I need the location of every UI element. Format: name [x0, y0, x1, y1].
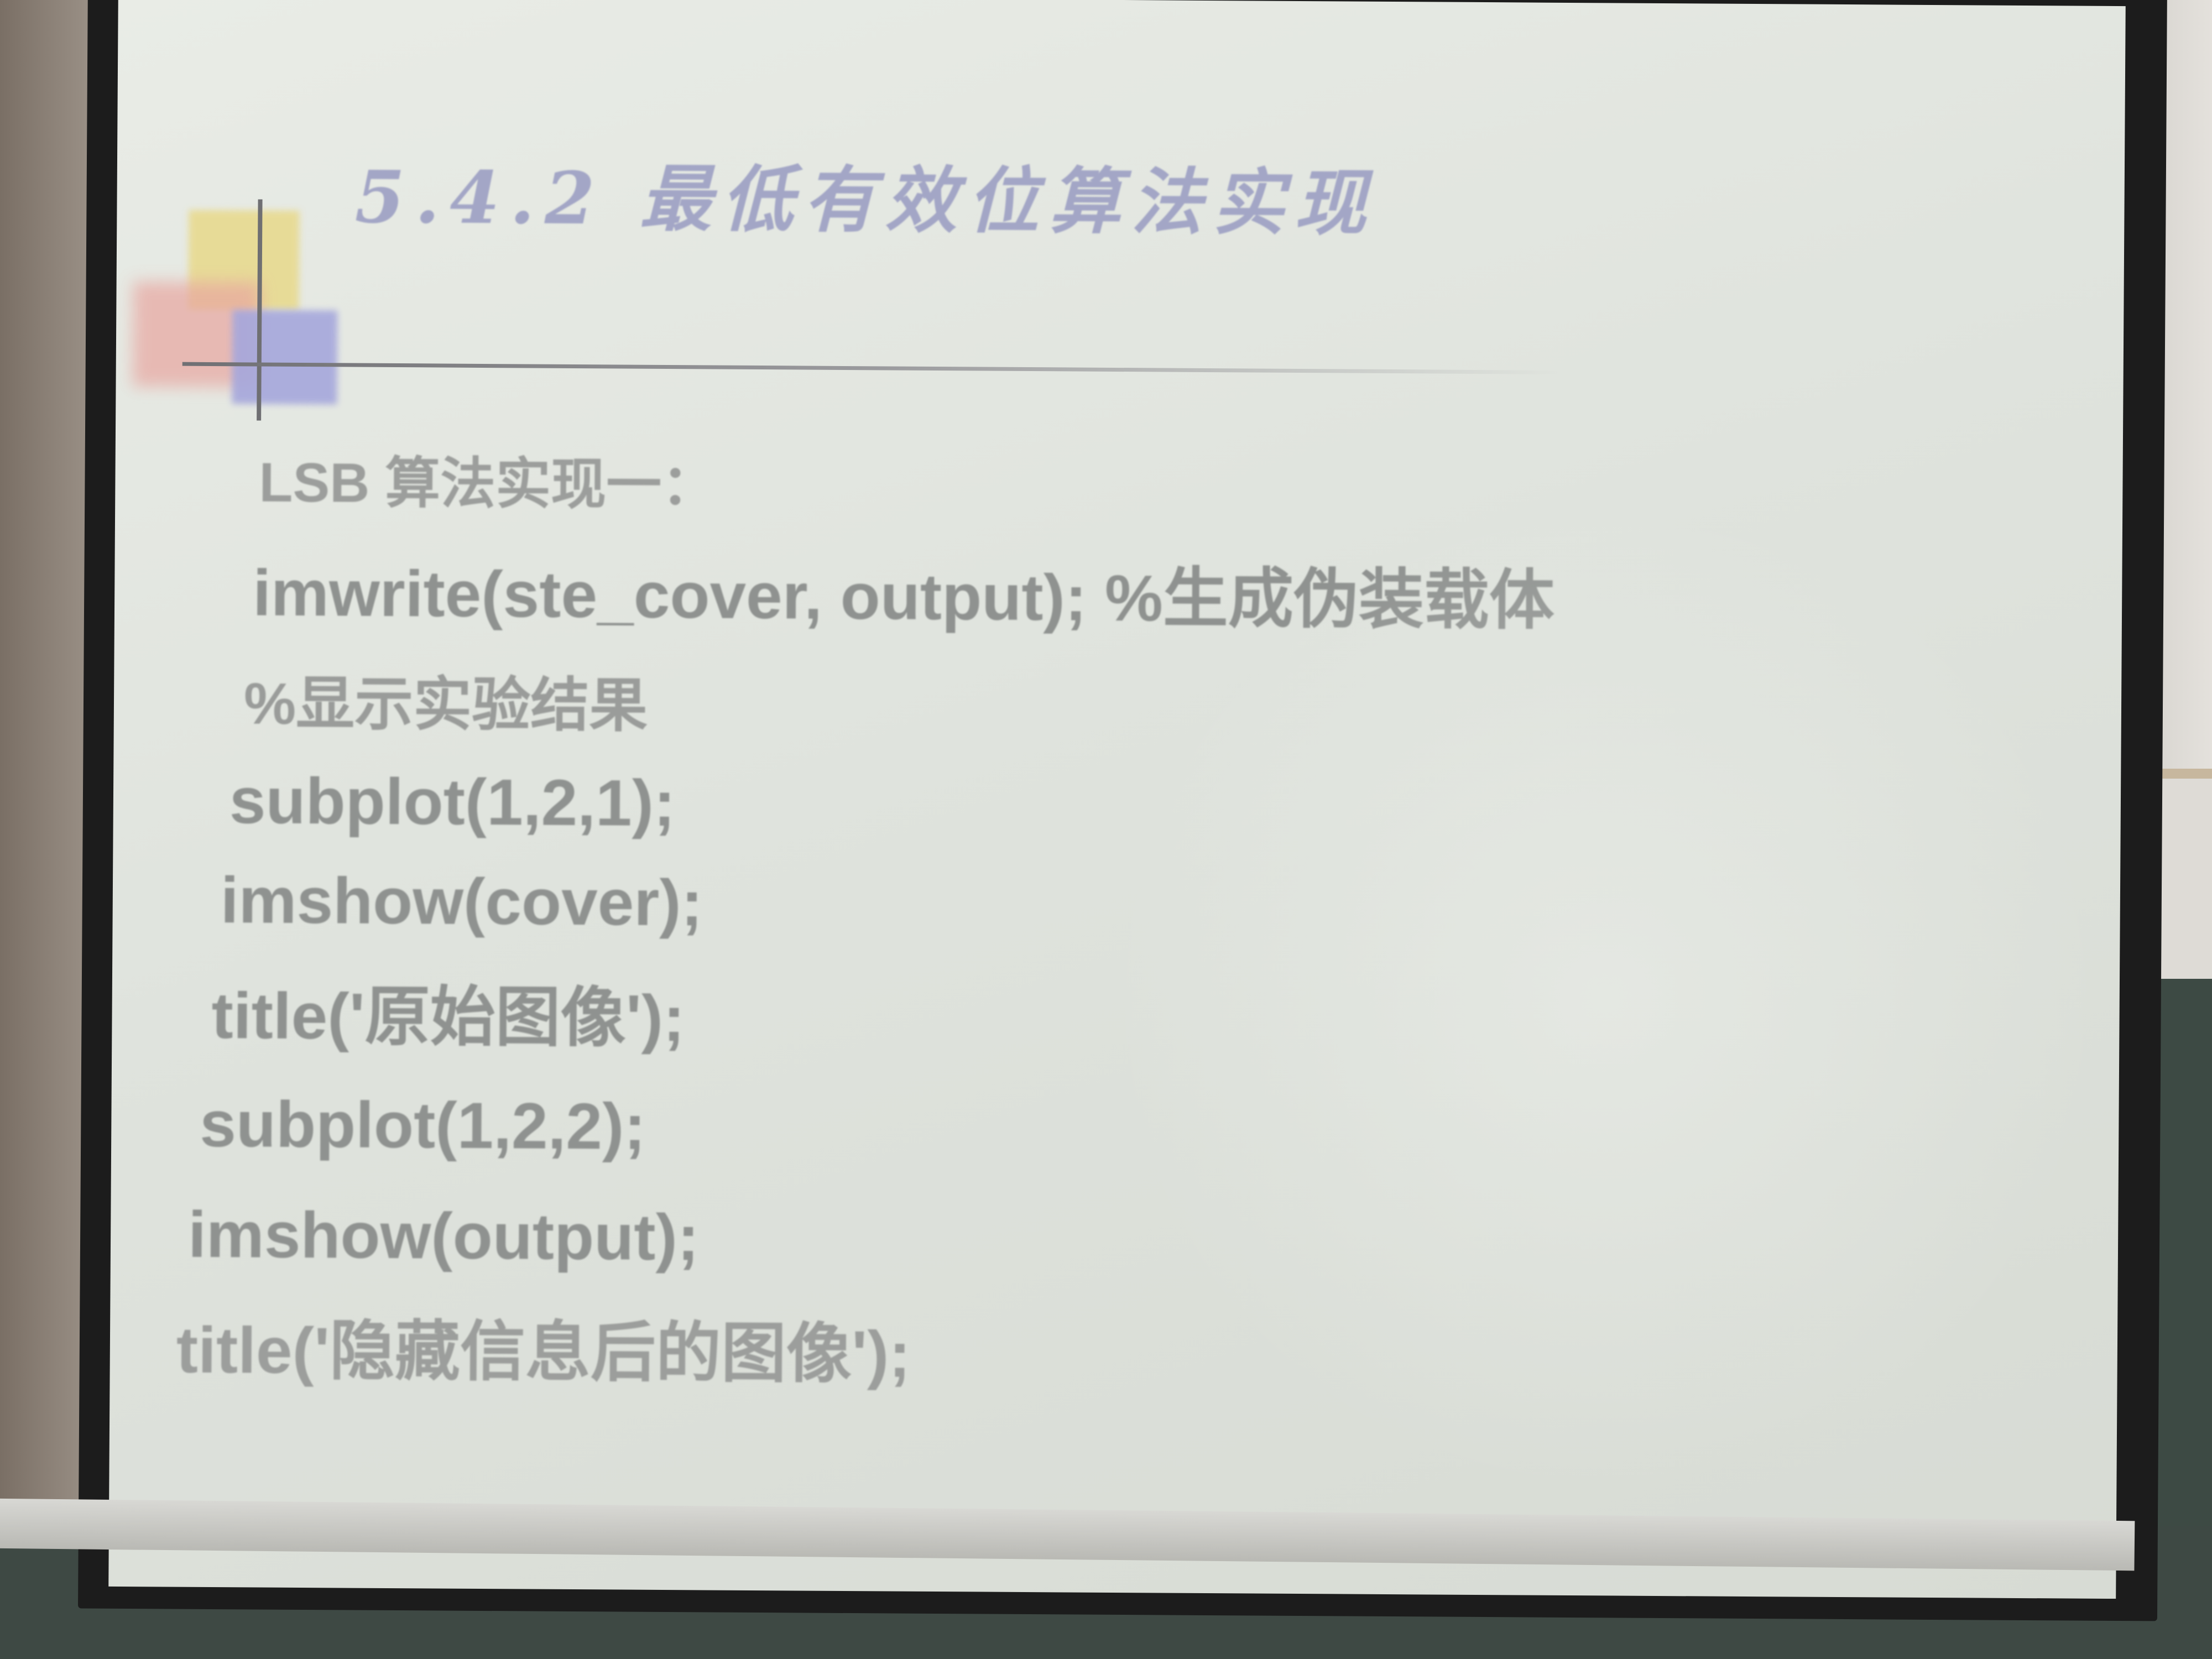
- title-underline: [182, 362, 1565, 374]
- projection-screen: 5.4.2 最低有效位算法实现 LSB 算法实现一： imwrite(ste_c…: [108, 0, 2126, 1599]
- classroom-photo: 5.4.2 最低有效位算法实现 LSB 算法实现一： imwrite(ste_c…: [0, 0, 2212, 1659]
- slide-line-7: subplot(1,2,2);: [199, 1087, 646, 1164]
- projector-glare: [1104, 497, 2106, 1499]
- slide-line-3: %显示实验结果: [243, 671, 648, 739]
- slide-line-1: LSB 算法实现一：: [259, 451, 717, 517]
- slide-title: 5.4.2 最低有效位算法实现: [354, 154, 1377, 246]
- slide-line-4: subplot(1,2,1);: [229, 764, 676, 841]
- slide-line-5: imshow(cover);: [220, 864, 703, 940]
- slide-line-9: title('隐藏信息后的图像');: [176, 1313, 911, 1391]
- slide-line-8: imshow(output);: [187, 1198, 700, 1275]
- slide-line-6: title('原始图像');: [211, 979, 685, 1056]
- slide-decoration-blue: [232, 310, 338, 405]
